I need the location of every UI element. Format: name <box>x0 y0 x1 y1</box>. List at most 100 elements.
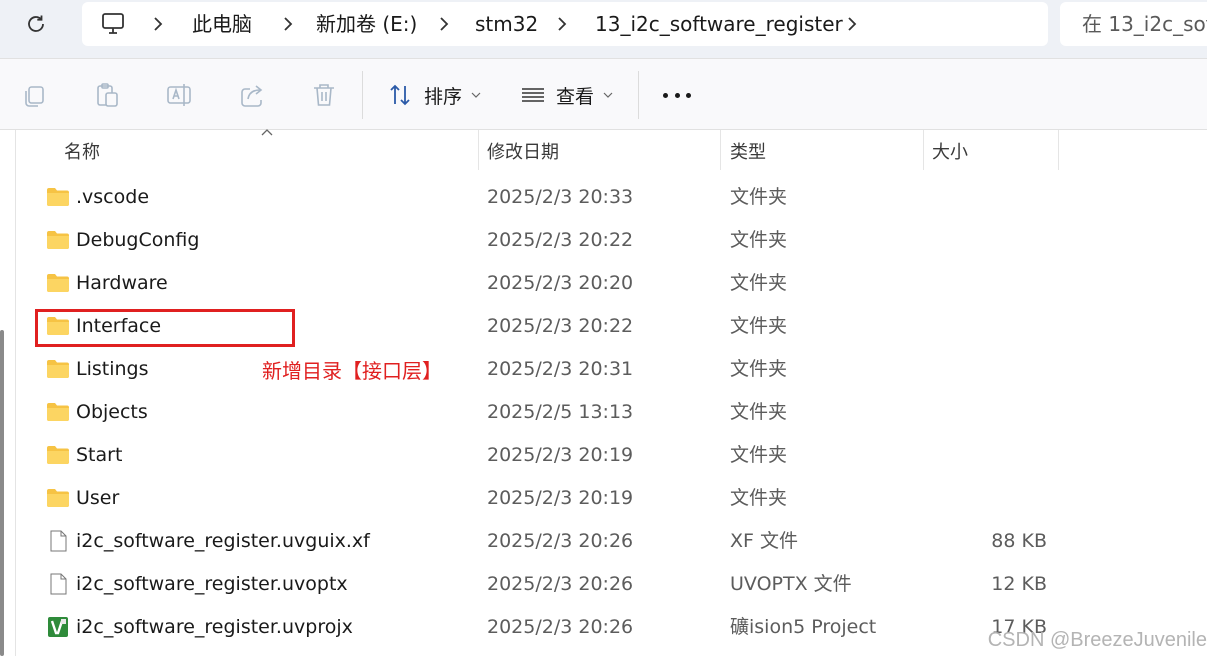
delete-icon[interactable] <box>310 81 338 109</box>
view-button[interactable]: 查看 <box>520 77 614 113</box>
column-divider[interactable] <box>478 130 479 170</box>
address-bar[interactable]: 此电脑 新加卷 (E:) stm32 13_i2c_software_regis… <box>82 2 1048 46</box>
chevron-right-icon[interactable] <box>552 14 572 34</box>
folder-icon <box>47 403 69 421</box>
file-date: 2025/2/3 20:20 <box>487 272 634 294</box>
breadcrumb-drive-e[interactable]: 新加卷 (E:) <box>316 2 417 46</box>
copy-icon[interactable] <box>20 81 48 109</box>
column-header-date[interactable]: 修改日期 <box>487 136 559 170</box>
refresh-button[interactable] <box>22 10 50 38</box>
file-name[interactable]: Hardware <box>76 262 168 305</box>
file-row[interactable]: i2c_software_register.uvguix.xf 2025/2/3 … <box>16 520 1206 563</box>
breadcrumb-this-pc[interactable]: 此电脑 <box>192 2 252 46</box>
chevron-right-icon[interactable] <box>842 14 862 34</box>
address-bar-row: 此电脑 新加卷 (E:) stm32 13_i2c_software_regis… <box>0 0 1207 58</box>
this-pc-icon[interactable] <box>100 11 126 37</box>
file-name[interactable]: DebugConfig <box>76 219 199 262</box>
file-name[interactable]: i2c_software_register.uvguix.xf <box>76 520 370 563</box>
folder-icon <box>47 231 69 249</box>
sort-label: 排序 <box>424 85 463 108</box>
file-type: UVOPTX 文件 <box>730 573 852 595</box>
breadcrumb-stm32[interactable]: stm32 <box>475 2 538 46</box>
column-divider[interactable] <box>720 130 721 170</box>
file-icon <box>50 573 67 595</box>
file-name[interactable]: .vscode <box>76 176 149 219</box>
annotation-label: 新增目录【接口层】 <box>262 359 442 383</box>
folder-icon <box>47 446 69 464</box>
more-options-button[interactable] <box>660 81 694 109</box>
file-date: 2025/2/3 20:26 <box>487 616 634 638</box>
breadcrumb-current-folder[interactable]: 13_i2c_software_register <box>595 2 843 46</box>
file-icon <box>50 530 67 552</box>
folder-icon <box>47 274 69 292</box>
search-input[interactable]: 在 13_i2c_software_register 中搜索 <box>1060 2 1207 46</box>
file-name[interactable]: User <box>76 477 119 520</box>
file-row[interactable]: Hardware 2025/2/3 20:20 文件夹 <box>16 262 1206 305</box>
file-type: 文件夹 <box>730 401 788 423</box>
watermark: CSDN @BreezeJuvenile <box>987 629 1207 651</box>
keil-project-icon <box>48 617 68 637</box>
file-type: 文件夹 <box>730 315 788 337</box>
chevron-right-icon[interactable] <box>434 14 454 34</box>
file-row[interactable]: Listings 2025/2/3 20:31 文件夹 <box>16 348 1206 391</box>
file-date: 2025/2/5 13:13 <box>487 401 634 423</box>
folder-icon <box>47 188 69 206</box>
sort-button[interactable]: 排序 <box>388 77 482 113</box>
file-row[interactable]: Start 2025/2/3 20:19 文件夹 <box>16 434 1206 477</box>
view-label: 查看 <box>556 85 595 108</box>
file-type: 文件夹 <box>730 272 788 294</box>
file-type: 文件夹 <box>730 229 788 251</box>
view-list-icon <box>522 88 544 102</box>
sort-icon <box>390 84 410 106</box>
file-name[interactable]: Start <box>76 434 122 477</box>
file-name[interactable]: Listings <box>76 348 149 391</box>
column-header-size[interactable]: 大小 <box>932 136 968 170</box>
folder-icon <box>47 360 69 378</box>
rename-icon[interactable] <box>165 81 193 109</box>
chevron-down-icon <box>603 92 613 98</box>
file-row[interactable]: Objects 2025/2/5 13:13 文件夹 <box>16 391 1206 434</box>
file-row[interactable]: DebugConfig 2025/2/3 20:22 文件夹 <box>16 219 1206 262</box>
file-date: 2025/2/3 20:26 <box>487 573 634 595</box>
file-name[interactable]: i2c_software_register.uvoptx <box>76 563 348 606</box>
file-date: 2025/2/3 20:22 <box>487 315 634 337</box>
column-divider[interactable] <box>923 130 924 170</box>
chevron-down-icon <box>471 92 481 98</box>
folder-icon <box>47 489 69 507</box>
file-row[interactable]: i2c_software_register.uvoptx 2025/2/3 20:… <box>16 563 1206 606</box>
file-name[interactable]: i2c_software_register.uvprojx <box>76 606 353 649</box>
file-date: 2025/2/3 20:19 <box>487 487 634 509</box>
more-dot-icon <box>686 92 691 98</box>
column-divider[interactable] <box>1058 130 1059 170</box>
sort-ascending-icon <box>261 129 273 136</box>
file-type: XF 文件 <box>730 530 798 552</box>
file-type: 文件夹 <box>730 358 788 380</box>
file-date: 2025/2/3 20:33 <box>487 186 634 208</box>
file-row[interactable]: User 2025/2/3 20:19 文件夹 <box>16 477 1206 520</box>
file-type: 文件夹 <box>730 186 788 208</box>
refresh-icon <box>28 15 44 32</box>
file-type: 文件夹 <box>730 444 788 466</box>
scrollbar[interactable] <box>0 330 4 656</box>
chevron-right-icon[interactable] <box>148 14 168 34</box>
column-header-name[interactable]: 名称 <box>64 136 100 170</box>
file-type: 礦ision5 Project <box>730 616 877 638</box>
file-date: 2025/2/3 20:31 <box>487 358 634 380</box>
file-size: 88 KB <box>991 530 1047 552</box>
highlight-box <box>35 309 295 347</box>
column-header-type[interactable]: 类型 <box>730 136 766 170</box>
file-date: 2025/2/3 20:22 <box>487 229 634 251</box>
file-date: 2025/2/3 20:26 <box>487 530 634 552</box>
file-size: 12 KB <box>991 573 1047 595</box>
more-dot-icon <box>663 92 668 98</box>
file-date: 2025/2/3 20:19 <box>487 444 634 466</box>
share-icon[interactable] <box>238 81 266 109</box>
more-dot-icon <box>674 92 680 98</box>
file-row[interactable]: .vscode 2025/2/3 20:33 文件夹 <box>16 176 1206 219</box>
search-placeholder: 在 13_i2c_software_register 中搜索 <box>1082 12 1207 36</box>
command-bar: 排序 查看 <box>0 58 1207 130</box>
file-type: 文件夹 <box>730 487 788 509</box>
file-name[interactable]: Objects <box>76 391 148 434</box>
paste-icon[interactable] <box>93 81 121 109</box>
chevron-right-icon[interactable] <box>278 14 298 34</box>
